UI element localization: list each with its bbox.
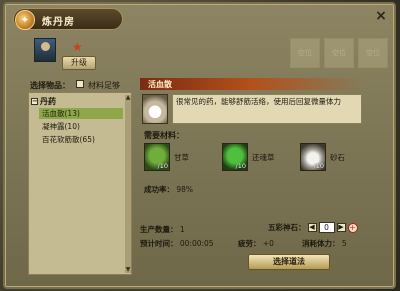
list-scrollbar[interactable]: ▲ ▼ (125, 95, 131, 273)
material-name: 砂石 (330, 152, 345, 162)
time-row: 预计时间： 00:00:05 (140, 238, 214, 249)
recipe-list: − 丹药 活血散(13) 凝神露(10) 百花软筋散(65) ▲ ▼ (28, 92, 132, 275)
add-icon[interactable]: + (347, 222, 358, 233)
success-value: 98% (176, 185, 194, 194)
time-value: 00:00:05 (179, 239, 214, 248)
wucai-stone-control: 五彩神石： ◀ 0 ▶ + (268, 222, 358, 233)
potion-icon (142, 94, 168, 124)
recipe-item[interactable]: 百花软筋散(65) (39, 134, 123, 145)
material-name: 甘草 (174, 152, 189, 162)
window-titlebar: ✦ 炼丹房 (13, 8, 123, 30)
wucai-stepper[interactable]: 0 (318, 222, 335, 233)
empty-slot[interactable]: 空位 (358, 38, 388, 68)
material-count: /10 (157, 162, 168, 170)
decrement-button[interactable]: ◀ (307, 223, 317, 232)
empty-slot[interactable]: 空位 (290, 38, 320, 68)
success-rate: 成功率： 98% (144, 184, 193, 195)
scroll-down-icon[interactable]: ▼ (125, 267, 131, 273)
collapse-icon[interactable]: − (31, 98, 38, 105)
category-row-pills[interactable]: − 丹药 (31, 96, 56, 107)
select-item-label: 选择物品： (30, 81, 70, 90)
category-label: 丹药 (40, 97, 56, 106)
stone-icon: /10 (300, 143, 326, 171)
increment-button[interactable]: ▶ (336, 223, 346, 232)
material-count: /10 (235, 162, 246, 170)
empty-slot-row: 空位 空位 空位 (290, 38, 388, 68)
item-description: 很常见的药，能够舒筋活络，使用后回复微量体力 (172, 94, 362, 124)
material-name: 还魂草 (252, 152, 275, 162)
fatigue-value: +0 (262, 239, 274, 248)
material-slot[interactable]: /10 砂石 (300, 142, 368, 172)
quantity-value: 1 (179, 225, 185, 234)
energy-row: 消耗体力： 5 (302, 238, 347, 249)
materials-label: 需要材料： (144, 131, 184, 140)
enough-materials-checkbox[interactable] (76, 80, 84, 88)
star-icon: ★ (72, 40, 83, 54)
fatigue-label: 疲劳： (238, 239, 261, 248)
item-name: 活血散 (148, 80, 172, 89)
close-button[interactable]: × (374, 9, 388, 24)
cauldron-icon: ✦ (15, 10, 35, 30)
material-count: /10 (313, 162, 324, 170)
materials-row: /10 甘草 /10 还魂草 /10 砂石 (144, 142, 368, 172)
recipe-item[interactable]: 凝神露(10) (39, 121, 123, 132)
upgrade-button[interactable]: 升级 (62, 56, 96, 70)
recipe-detail-panel: 活血散 很常见的药，能够舒筋活络，使用后回复微量体力 需要材料： /10 甘草 … (140, 78, 366, 276)
time-label: 预计时间： (140, 239, 178, 248)
character-portrait (34, 38, 56, 62)
energy-label: 消耗体力： (302, 239, 340, 248)
material-slot[interactable]: /10 还魂草 (222, 142, 290, 172)
herb-icon: /10 (222, 143, 248, 171)
fatigue-row: 疲劳： +0 (238, 238, 274, 249)
material-slot[interactable]: /10 甘草 (144, 142, 212, 172)
quantity-label: 生产数量： (140, 225, 178, 234)
wucai-label: 五彩神石： (268, 223, 306, 232)
window-title: 炼丹房 (42, 17, 75, 28)
herb-icon: /10 (144, 143, 170, 171)
quantity-row: 生产数量： 1 (140, 224, 185, 235)
empty-slot[interactable]: 空位 (324, 38, 354, 68)
scroll-up-icon[interactable]: ▲ (125, 95, 131, 101)
energy-value: 5 (341, 239, 347, 248)
start-crafting-button[interactable]: 选择道法 (248, 254, 330, 270)
enough-materials-label: 材料足够 (88, 81, 120, 90)
item-name-banner: 活血散 (140, 78, 364, 90)
recipe-item[interactable]: 活血散(13) (39, 108, 123, 119)
success-label: 成功率： (144, 185, 174, 194)
